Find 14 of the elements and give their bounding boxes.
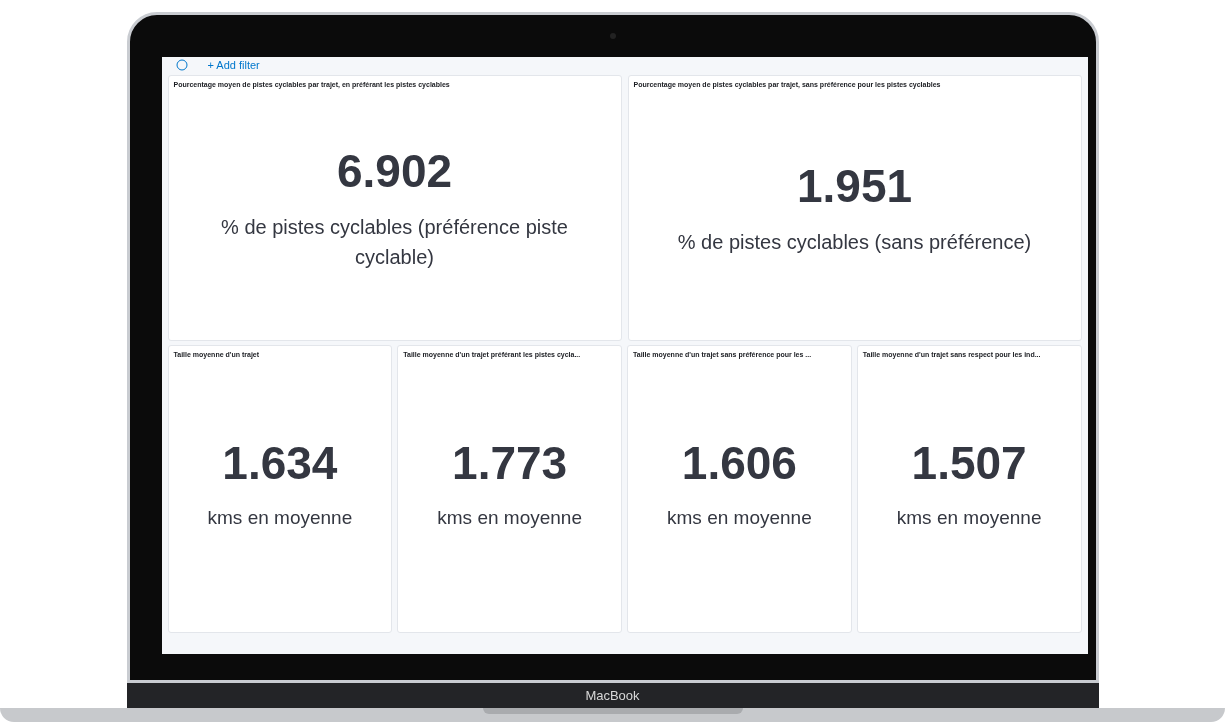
metric-value: 1.507 xyxy=(911,440,1027,486)
metric-label: % de pistes cyclables (sans préférence) xyxy=(676,230,1033,256)
metric-value: 6.902 xyxy=(336,148,453,195)
metric-value: 1.606 xyxy=(681,440,797,486)
metric-label: % de pistes cyclables (préférence piste cyclable) xyxy=(220,215,569,271)
metric-value: 1.634 xyxy=(222,440,338,486)
metric-label: kms en moyenne xyxy=(437,506,582,530)
metric-label: kms en moyenne xyxy=(207,506,353,530)
metric-value: 1.951 xyxy=(796,163,913,210)
metric-label: kms en moyenne xyxy=(896,506,1042,530)
metric-value: 1.773 xyxy=(452,440,568,486)
add-filter-link[interactable]: + Add filter xyxy=(207,57,260,74)
device-label: MacBook xyxy=(585,686,640,705)
metric-label: kms en moyenne xyxy=(667,506,812,530)
